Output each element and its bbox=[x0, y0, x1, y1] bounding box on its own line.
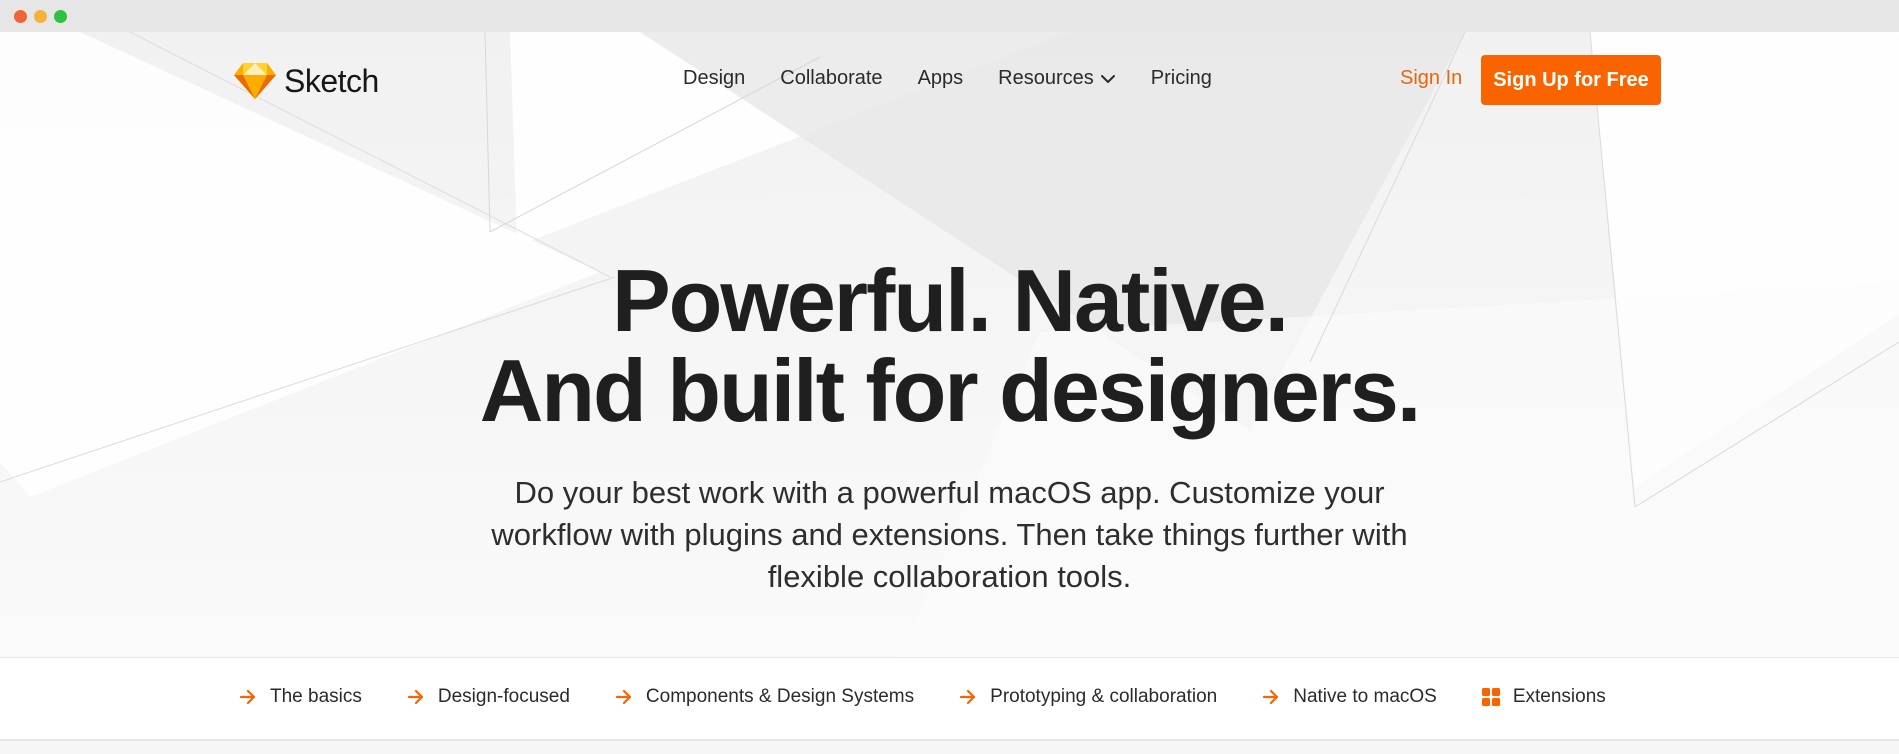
tab-native-to-macos[interactable]: Native to macOS bbox=[1261, 686, 1437, 708]
hero-title: Powerful. Native. And built for designer… bbox=[0, 256, 1899, 436]
arrow-right-icon bbox=[407, 689, 423, 705]
tab-label: Components & Design Systems bbox=[645, 686, 915, 707]
nav-resources-dropdown[interactable]: Resources bbox=[998, 67, 1116, 90]
nav-design-label: Design bbox=[683, 67, 746, 89]
tab-prototyping-collaboration[interactable]: Prototyping & collaboration bbox=[958, 686, 1217, 708]
nav-apps[interactable]: Apps bbox=[918, 67, 964, 90]
arrow-right-icon bbox=[1263, 689, 1279, 705]
tab-design-focused[interactable]: Design-focused bbox=[406, 686, 570, 708]
chevron-down-icon bbox=[1100, 74, 1115, 83]
tab-the-basics[interactable]: The basics bbox=[238, 686, 362, 708]
brand-name: Sketch bbox=[284, 62, 379, 99]
sketch-diamond-icon bbox=[234, 63, 276, 99]
sign-up-button[interactable]: Sign Up for Free bbox=[1481, 55, 1661, 105]
page-viewport: Sketch Design Collaborate Apps Resources… bbox=[0, 32, 1899, 754]
window-close-button[interactable] bbox=[14, 10, 27, 23]
tab-label: Design-focused bbox=[437, 686, 570, 707]
grid-icon bbox=[1481, 688, 1500, 706]
feature-tabs: The basics Design-focused Components & D… bbox=[238, 686, 1606, 708]
sign-in-link[interactable]: Sign In bbox=[1400, 67, 1462, 90]
arrow-right-icon bbox=[960, 689, 976, 705]
nav-pricing[interactable]: Pricing bbox=[1151, 67, 1212, 90]
nav-resources-label: Resources bbox=[998, 67, 1094, 89]
nav-apps-label: Apps bbox=[917, 67, 964, 89]
nav-design[interactable]: Design bbox=[683, 67, 745, 90]
tab-label: Prototyping & collaboration bbox=[990, 686, 1218, 707]
window-maximize-button[interactable] bbox=[54, 10, 67, 23]
hero-title-line-2: And built for designers. bbox=[479, 341, 1422, 440]
tab-label: Native to macOS bbox=[1293, 686, 1437, 707]
site-header: Sketch Design Collaborate Apps Resources… bbox=[0, 32, 1899, 128]
tab-extensions[interactable]: Extensions bbox=[1481, 686, 1606, 708]
feature-tabs-bar: The basics Design-focused Components & D… bbox=[0, 657, 1899, 741]
nav-pricing-label: Pricing bbox=[1150, 67, 1212, 89]
nav-collaborate[interactable]: Collaborate bbox=[780, 67, 882, 90]
window-minimize-button[interactable] bbox=[34, 10, 47, 23]
brand-logo[interactable]: Sketch bbox=[234, 62, 379, 100]
main-nav: Design Collaborate Apps Resources Pricin… bbox=[683, 67, 1212, 90]
tab-label: Extensions bbox=[1512, 686, 1606, 707]
hero-subtitle: Do your best work with a powerful macOS … bbox=[491, 475, 1408, 594]
browser-titlebar bbox=[0, 0, 1899, 32]
hero-title-line-1: Powerful. Native. bbox=[611, 251, 1289, 350]
tab-label: The basics bbox=[270, 686, 362, 707]
tab-components-design-systems[interactable]: Components & Design Systems bbox=[614, 686, 914, 708]
arrow-right-icon bbox=[239, 689, 256, 705]
hero-section: Powerful. Native. And built for designer… bbox=[0, 256, 1899, 598]
nav-collaborate-label: Collaborate bbox=[780, 67, 883, 89]
arrow-right-icon bbox=[615, 689, 632, 705]
